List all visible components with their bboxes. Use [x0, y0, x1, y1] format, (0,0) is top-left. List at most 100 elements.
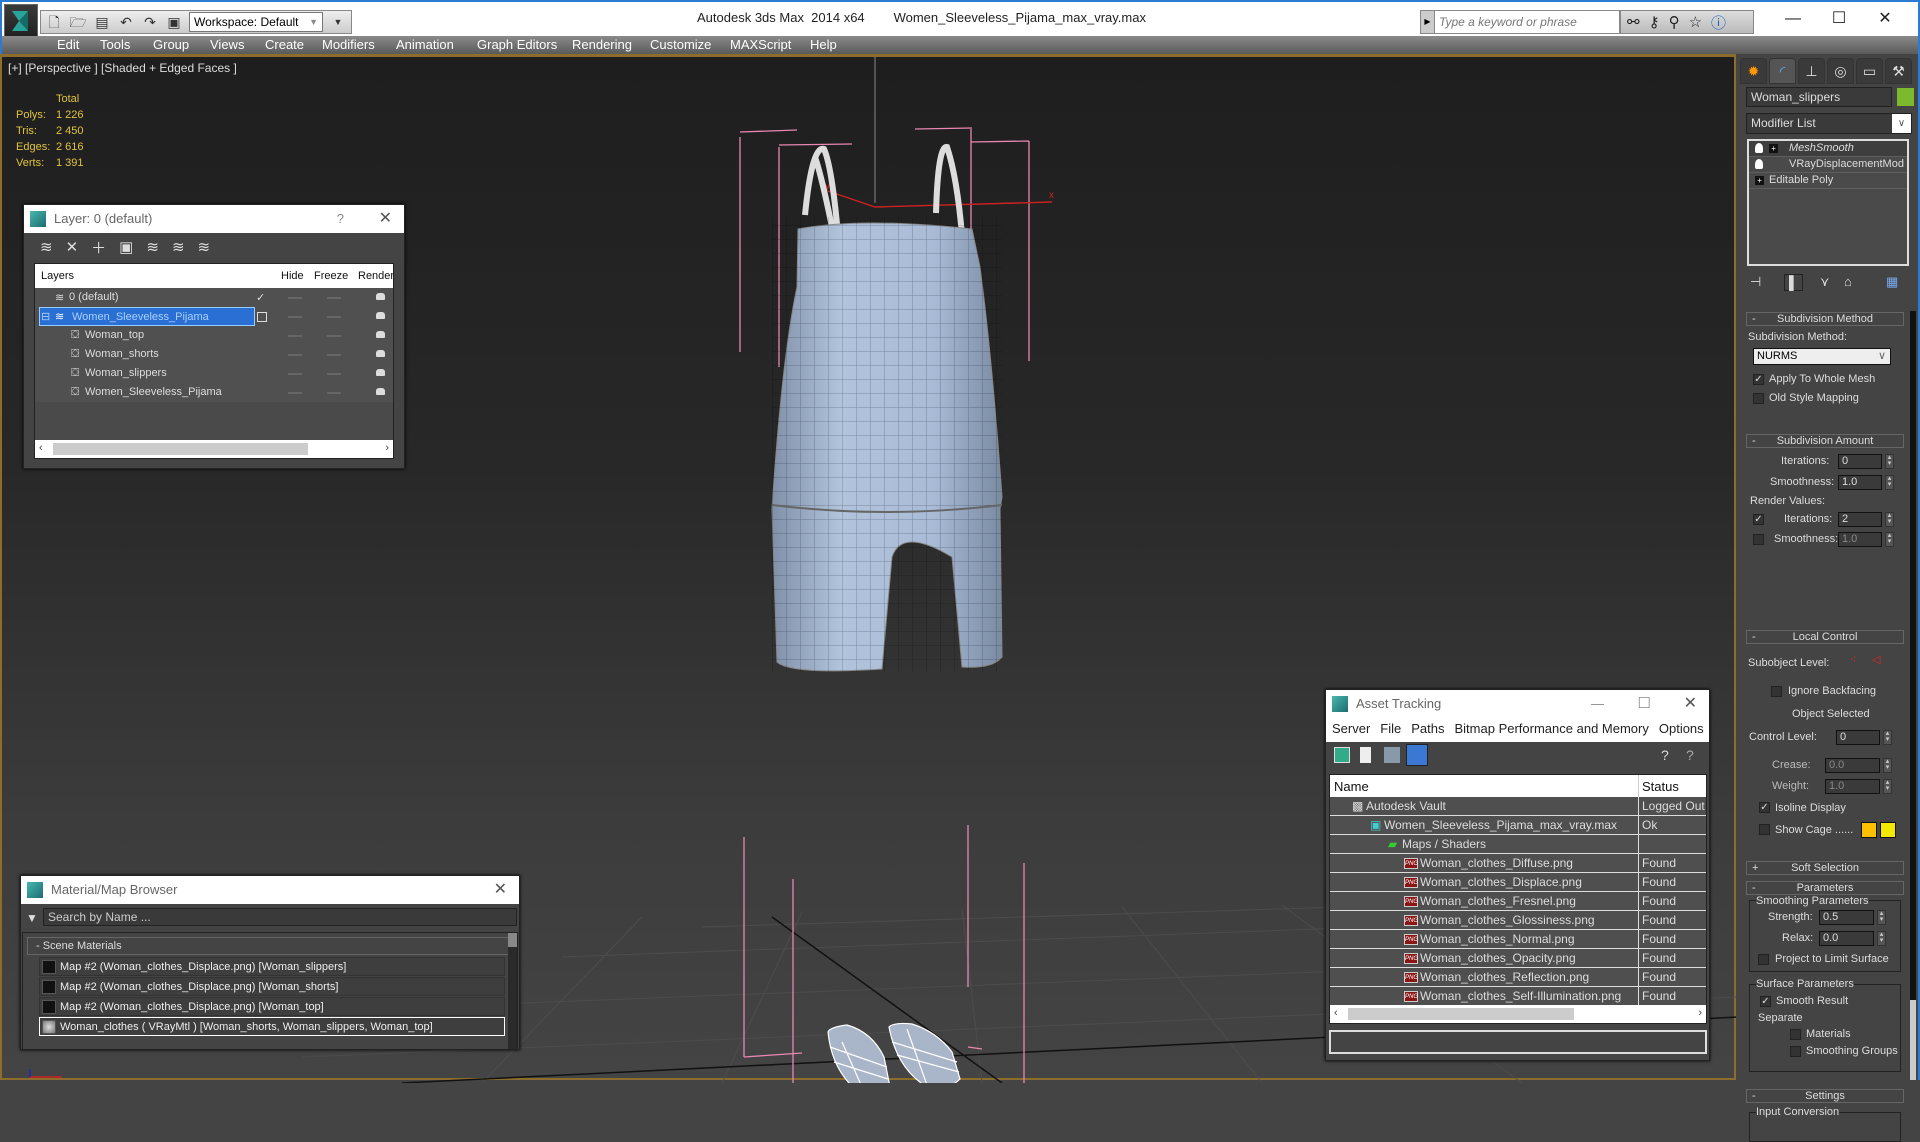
menu-rendering[interactable]: Rendering: [572, 37, 632, 52]
menu-server[interactable]: Server: [1332, 721, 1370, 742]
spinner-arrows[interactable]: ▴ ▾: [1883, 758, 1892, 773]
asset-row[interactable]: PNG Woman_clothes_Glossiness.png Found: [1330, 911, 1706, 930]
hierarchy-tab-icon[interactable]: ⊥: [1798, 58, 1825, 84]
col-layers[interactable]: Layers: [41, 270, 74, 282]
menu-group[interactable]: Group: [153, 37, 189, 52]
rollout-parameters[interactable]: - Parameters: [1746, 881, 1904, 895]
rollout-local-control[interactable]: - Local Control: [1746, 630, 1904, 644]
col-name[interactable]: Name: [1334, 779, 1369, 794]
strength-spinner[interactable]: 0.5: [1819, 910, 1874, 925]
render-teapot-icon[interactable]: [376, 293, 385, 300]
infocenter-search[interactable]: ▶ Type a keyword or phrase: [1420, 10, 1620, 34]
stack-item[interactable]: + Editable Poly: [1749, 173, 1907, 189]
render-teapot-icon[interactable]: [376, 388, 385, 395]
render-teapot-icon[interactable]: [376, 331, 385, 338]
spinner-arrows[interactable]: ▴ ▾: [1883, 730, 1892, 745]
options-menu-icon[interactable]: ▼: [26, 911, 38, 925]
rollout-soft-selection[interactable]: + Soft Selection: [1746, 861, 1904, 875]
scroll-left-icon[interactable]: ‹: [39, 442, 43, 454]
spinner-arrows[interactable]: ▴ ▾: [1885, 454, 1894, 469]
lightbulb-icon[interactable]: [1755, 143, 1763, 153]
list-view-icon[interactable]: [1360, 747, 1371, 763]
freeze-toggle[interactable]: [327, 335, 341, 337]
scroll-right-icon[interactable]: ›: [1698, 1007, 1702, 1019]
cage-selected-color-swatch[interactable]: [1880, 822, 1896, 838]
close-button[interactable]: ✕: [379, 205, 392, 233]
menu-bitmap-performance[interactable]: Bitmap Performance and Memory: [1455, 721, 1649, 742]
add-to-layer-icon[interactable]: ＋: [91, 237, 106, 258]
render-iterations-spinner[interactable]: 2: [1838, 512, 1882, 527]
smooth-result-checkbox[interactable]: ✓: [1760, 996, 1771, 1007]
configure-sets-icon[interactable]: ▦: [1886, 274, 1898, 290]
render-teapot-icon[interactable]: [376, 369, 385, 376]
asset-row[interactable]: PNG Woman_clothes_Opacity.png Found: [1330, 949, 1706, 968]
vault-help-icon[interactable]: ?: [1686, 747, 1702, 763]
material-item[interactable]: Map #2 (Woman_clothes_Displace.png) [Wom…: [39, 957, 505, 976]
col-status[interactable]: Status: [1642, 779, 1679, 794]
horizontal-scrollbar[interactable]: ‹ ›: [1330, 1005, 1706, 1023]
star-icon[interactable]: ☆: [1689, 13, 1702, 31]
render-teapot-icon[interactable]: [376, 350, 385, 357]
smoothness-spinner[interactable]: 1.0: [1838, 475, 1882, 490]
spinner-arrows[interactable]: ▴ ▾: [1877, 931, 1886, 946]
iterations-spinner[interactable]: 0: [1838, 454, 1882, 469]
material-item[interactable]: Woman_clothes ( VRayMtl ) [Woman_shorts,…: [39, 1017, 505, 1036]
render-teapot-icon[interactable]: [376, 312, 385, 319]
asset-row[interactable]: PNG Woman_clothes_Self-Illumination.png Fo…: [1330, 987, 1706, 1006]
customize-toolbar-icon[interactable]: ▼: [329, 13, 347, 31]
tree-view-icon[interactable]: [1384, 747, 1400, 763]
col-hide[interactable]: Hide: [281, 270, 304, 282]
material-item[interactable]: Map #2 (Woman_clothes_Displace.png) [Wom…: [39, 977, 505, 996]
collapse-icon[interactable]: ⊟: [41, 310, 50, 323]
vault-login-help-icon[interactable]: ?: [1661, 747, 1677, 763]
object-name-field[interactable]: Woman_slippers: [1746, 87, 1892, 107]
asset-row[interactable]: PNG Woman_clothes_Reflection.png Found: [1330, 968, 1706, 987]
vertical-scrollbar[interactable]: [508, 933, 517, 1049]
object-color-swatch[interactable]: [1897, 88, 1914, 106]
cage-color-swatch[interactable]: [1861, 822, 1877, 838]
undo-icon[interactable]: ↶: [117, 13, 135, 31]
scrollbar-thumb[interactable]: [508, 933, 517, 947]
separate-smoothing-groups-checkbox[interactable]: [1790, 1046, 1801, 1057]
layer-row[interactable]: ≋ 0 (default) ✓: [35, 288, 393, 307]
hide-toggle[interactable]: [288, 354, 302, 356]
layer-row[interactable]: ⛋ Woman_slippers: [35, 364, 393, 383]
maximize-button[interactable]: ☐: [1638, 690, 1651, 718]
select-objects-icon[interactable]: ▣: [119, 238, 133, 256]
col-render[interactable]: Render: [358, 270, 394, 282]
hide-toggle[interactable]: [288, 297, 302, 299]
refresh-icon[interactable]: [1334, 747, 1350, 763]
horizontal-scrollbar[interactable]: ‹ ›: [35, 440, 393, 458]
select-layer-icon[interactable]: ≋: [146, 238, 159, 256]
spinner-arrows[interactable]: ▴ ▾: [1883, 779, 1892, 794]
satellite-icon[interactable]: ⚲: [1669, 13, 1680, 31]
menu-options[interactable]: Options: [1659, 721, 1704, 742]
asset-row[interactable]: ▰ Maps / Shaders: [1330, 835, 1706, 854]
menu-graph-editors[interactable]: Graph Editors: [477, 37, 557, 52]
layer-row[interactable]: ⛋ Women_Sleeveless_Pijama: [35, 383, 393, 402]
material-item[interactable]: Map #2 (Woman_clothes_Displace.png) [Wom…: [39, 997, 505, 1016]
project-limit-surface-checkbox[interactable]: [1758, 954, 1769, 965]
asset-row[interactable]: PNG Woman_clothes_Fresnel.png Found: [1330, 892, 1706, 911]
object-name[interactable]: Woman_shorts: [85, 348, 159, 360]
lightbulb-icon[interactable]: [1755, 159, 1763, 169]
current-layer-checkbox[interactable]: [257, 312, 267, 322]
utilities-tab-icon[interactable]: ⚒: [1885, 58, 1912, 84]
object-name[interactable]: Women_Sleeveless_Pijama: [85, 386, 222, 398]
menu-paths[interactable]: Paths: [1411, 721, 1444, 742]
binoculars-icon[interactable]: ⚯: [1627, 13, 1640, 31]
layer-settings-icon[interactable]: ≋: [198, 238, 211, 256]
delete-layer-icon[interactable]: ✕: [66, 238, 79, 256]
freeze-toggle[interactable]: [327, 297, 341, 299]
relax-spinner[interactable]: 0.0: [1819, 931, 1874, 946]
render-iterations-checkbox[interactable]: ✓: [1753, 514, 1764, 525]
hide-toggle[interactable]: [288, 373, 302, 375]
hide-toggle[interactable]: [288, 316, 302, 318]
expand-icon[interactable]: +: [1769, 144, 1778, 153]
ignore-backfacing-checkbox[interactable]: [1771, 686, 1782, 697]
set-current-layer-icon[interactable]: ≋: [172, 238, 185, 256]
make-unique-icon[interactable]: ⋎: [1820, 274, 1830, 290]
rollout-subdivision-method[interactable]: - Subdivision Method: [1746, 312, 1904, 326]
search-input[interactable]: Search by Name ...: [43, 908, 517, 926]
freeze-toggle[interactable]: [327, 392, 341, 394]
